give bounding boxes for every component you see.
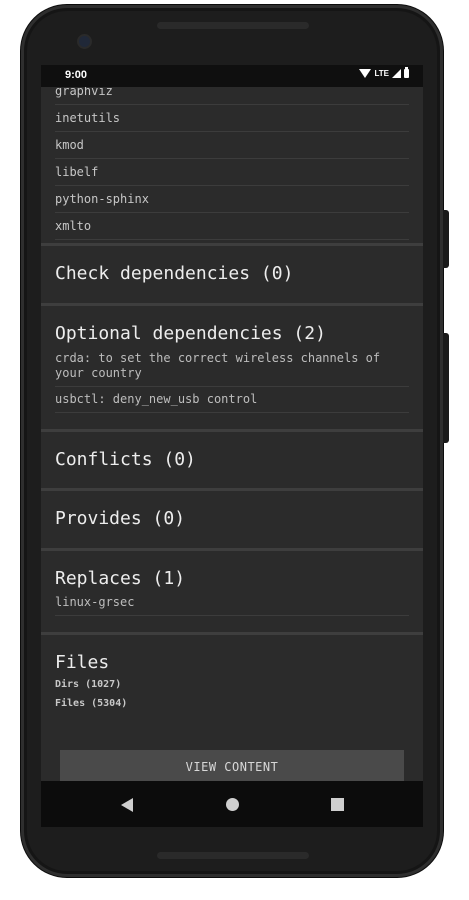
wifi-icon	[359, 69, 372, 78]
front-camera-icon	[79, 36, 90, 47]
list-item[interactable]: xmlto	[55, 213, 409, 240]
list-item[interactable]: linux-grsec	[55, 593, 409, 616]
battery-icon	[404, 67, 409, 78]
navigation-bar	[41, 781, 423, 827]
list-item[interactable]: graphviz	[55, 87, 409, 105]
view-content-button[interactable]: VIEW CONTENT	[60, 750, 404, 781]
conflicts-card: Conflicts (0)	[41, 432, 423, 491]
dirs-count: Dirs (1027)	[55, 679, 122, 690]
replaces-card: Replaces (1) linux-grsec	[41, 551, 423, 635]
depends-card: graphviz inetutils kmod libelf python-sp…	[41, 87, 423, 246]
section-title: Replaces (1)	[55, 568, 186, 589]
status-icons: LTE	[359, 67, 409, 78]
section-title: Optional dependencies (2)	[55, 323, 326, 344]
check-deps-card: Check dependencies (0)	[41, 246, 423, 306]
list-item[interactable]: inetutils	[55, 105, 409, 132]
package-details[interactable]: graphviz inetutils kmod libelf python-sp…	[41, 87, 423, 781]
list-item[interactable]: kmod	[55, 132, 409, 159]
section-title: Files	[55, 652, 110, 673]
list-item[interactable]: libelf	[55, 159, 409, 186]
home-icon[interactable]	[226, 798, 239, 811]
status-bar: 9:00 LTE	[41, 65, 423, 87]
network-type: LTE	[374, 69, 389, 78]
back-icon[interactable]	[121, 798, 133, 812]
section-title: Conflicts (0)	[55, 449, 196, 470]
list-item[interactable]: usbctl: deny_new_usb control	[55, 387, 409, 413]
optional-deps-card: Optional dependencies (2) crda: to set t…	[41, 306, 423, 432]
screen: 9:00 LTE graphviz inetutils kmod libelf …	[41, 65, 423, 827]
volume-button	[443, 333, 449, 443]
list-item[interactable]: crda: to set the correct wireless channe…	[55, 349, 409, 387]
signal-icon	[392, 69, 401, 78]
bottom-speaker	[157, 852, 309, 859]
provides-card: Provides (0)	[41, 491, 423, 551]
list-item[interactable]: python-sphinx	[55, 186, 409, 213]
section-title: Check dependencies (0)	[55, 263, 294, 284]
power-button	[443, 210, 449, 268]
recents-icon[interactable]	[331, 798, 344, 811]
section-title: Provides (0)	[55, 508, 186, 529]
files-count: Files (5304)	[55, 698, 128, 709]
earpiece-speaker	[157, 22, 309, 29]
status-time: 9:00	[65, 69, 88, 81]
